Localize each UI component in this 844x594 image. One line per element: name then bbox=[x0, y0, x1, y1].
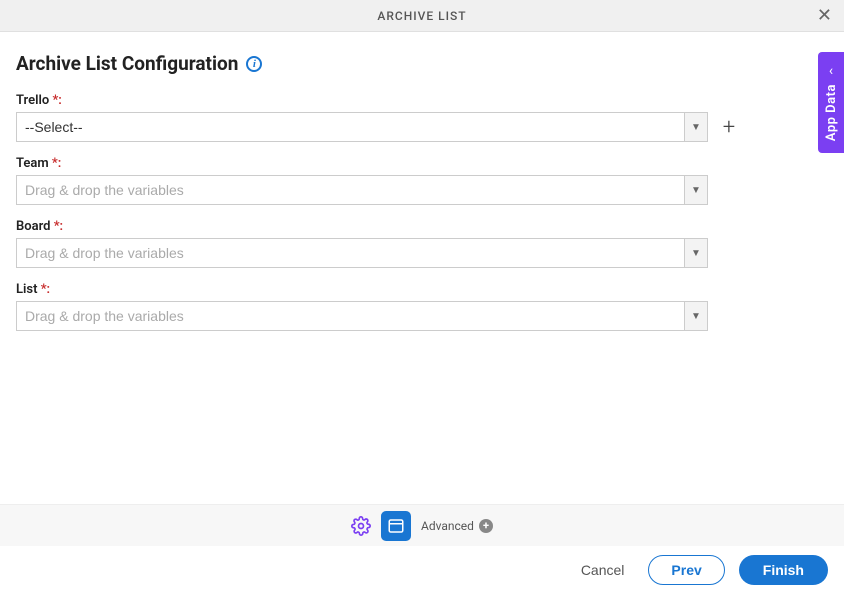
field-list: List *: ▼ bbox=[16, 282, 828, 331]
finish-button[interactable]: Finish bbox=[739, 555, 828, 585]
team-input[interactable] bbox=[16, 175, 684, 205]
info-icon[interactable]: i bbox=[246, 56, 262, 72]
advanced-toggle[interactable]: Advanced + bbox=[421, 519, 493, 533]
list-label: List *: bbox=[16, 282, 828, 297]
chevron-down-icon[interactable]: ▼ bbox=[684, 301, 708, 331]
label-text: List bbox=[16, 282, 37, 297]
trello-label: Trello *: bbox=[16, 93, 828, 108]
modal-header: ARCHIVE LIST ✕ bbox=[0, 0, 844, 32]
label-text: Trello bbox=[16, 93, 49, 108]
required-marker: *: bbox=[49, 156, 62, 171]
gear-icon[interactable] bbox=[351, 516, 371, 536]
board-label: Board *: bbox=[16, 219, 828, 234]
list-input[interactable] bbox=[16, 301, 684, 331]
plus-circle-icon: + bbox=[479, 519, 493, 533]
label-text: Team bbox=[16, 156, 49, 171]
list-select[interactable]: ▼ bbox=[16, 301, 708, 331]
cancel-button[interactable]: Cancel bbox=[571, 556, 635, 584]
modal-footer: Cancel Prev Finish bbox=[0, 546, 844, 594]
chevron-down-icon[interactable]: ▼ bbox=[684, 175, 708, 205]
form-icon bbox=[387, 517, 405, 535]
form-view-button[interactable] bbox=[381, 511, 411, 541]
team-select[interactable]: ▼ bbox=[16, 175, 708, 205]
add-trello-button[interactable]: + bbox=[718, 116, 740, 138]
chevron-left-icon: ‹ bbox=[829, 64, 833, 78]
team-row: ▼ bbox=[16, 175, 828, 205]
modal-title: ARCHIVE LIST bbox=[377, 9, 466, 23]
chevron-down-icon[interactable]: ▼ bbox=[684, 112, 708, 142]
prev-button[interactable]: Prev bbox=[648, 555, 724, 585]
board-input[interactable] bbox=[16, 238, 684, 268]
label-text: Board bbox=[16, 219, 50, 234]
required-marker: *: bbox=[49, 93, 62, 108]
bottom-toolbar: Advanced + bbox=[0, 504, 844, 546]
team-label: Team *: bbox=[16, 156, 828, 171]
page-title-row: Archive List Configuration i bbox=[16, 52, 828, 75]
trello-select[interactable]: ▼ bbox=[16, 112, 708, 142]
field-trello: Trello *: ▼ + bbox=[16, 93, 828, 142]
field-board: Board *: ▼ bbox=[16, 219, 828, 268]
board-row: ▼ bbox=[16, 238, 828, 268]
trello-input[interactable] bbox=[16, 112, 684, 142]
board-select[interactable]: ▼ bbox=[16, 238, 708, 268]
chevron-down-icon[interactable]: ▼ bbox=[684, 238, 708, 268]
trello-row: ▼ + bbox=[16, 112, 828, 142]
advanced-label: Advanced bbox=[421, 519, 474, 533]
required-marker: *: bbox=[37, 282, 50, 297]
app-data-tab[interactable]: ‹ App Data bbox=[818, 52, 844, 153]
modal-content: Archive List Configuration i Trello *: ▼… bbox=[0, 32, 844, 331]
close-icon[interactable]: ✕ bbox=[817, 7, 832, 25]
field-team: Team *: ▼ bbox=[16, 156, 828, 205]
page-title: Archive List Configuration bbox=[16, 52, 238, 75]
list-row: ▼ bbox=[16, 301, 828, 331]
app-data-label: App Data bbox=[824, 84, 839, 141]
required-marker: *: bbox=[50, 219, 63, 234]
